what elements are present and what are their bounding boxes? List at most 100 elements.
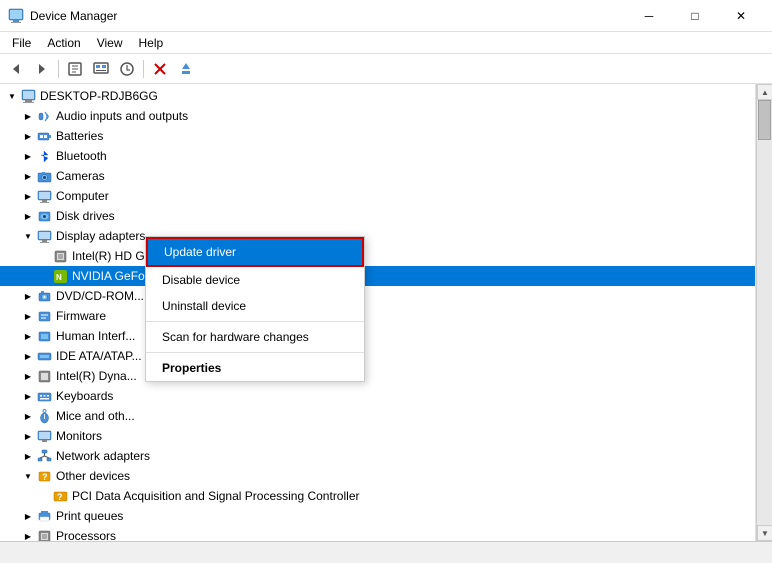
scroll-up[interactable]: ▲ xyxy=(757,84,772,100)
scroll-track[interactable] xyxy=(757,100,772,525)
root-label: DESKTOP-RDJB6GG xyxy=(40,89,158,103)
display-label: Display adapters xyxy=(56,229,145,243)
computer-icon2 xyxy=(36,188,52,204)
tree-item-computer[interactable]: ▶ Computer xyxy=(0,186,755,206)
mice-label: Mice and oth... xyxy=(56,409,135,423)
forward-button[interactable] xyxy=(30,57,54,81)
tree-item-processors[interactable]: ▶ Processors xyxy=(0,526,755,541)
toolbar xyxy=(0,54,772,84)
tree-item-batteries[interactable]: ▶ Batteries xyxy=(0,126,755,146)
install-button[interactable] xyxy=(174,57,198,81)
toolbar-separator-1 xyxy=(58,60,59,78)
tree-item-keyboard[interactable]: ▶ Keyboards xyxy=(0,386,755,406)
context-separator-2 xyxy=(146,352,364,353)
network-icon xyxy=(36,448,52,464)
mice-expand[interactable]: ▶ xyxy=(20,408,36,424)
tree-item-pci[interactable]: ? PCI Data Acquisition and Signal Proces… xyxy=(0,486,755,506)
tree-item-network[interactable]: ▶ Network adapters xyxy=(0,446,755,466)
toolbar-separator-2 xyxy=(143,60,144,78)
scroll-thumb[interactable] xyxy=(758,100,771,140)
keyboard-label: Keyboards xyxy=(56,389,113,403)
scrollbar[interactable]: ▲ ▼ xyxy=(756,84,772,541)
status-bar xyxy=(0,541,772,563)
ide-expand[interactable]: ▶ xyxy=(20,348,36,364)
tree-item-audio[interactable]: ▶ Audio inputs and outputs xyxy=(0,106,755,126)
menu-view[interactable]: View xyxy=(89,34,131,52)
tree-item-other[interactable]: ▼ ? Other devices xyxy=(0,466,755,486)
other-expand[interactable]: ▼ xyxy=(20,468,36,484)
context-disable-device[interactable]: Disable device xyxy=(146,267,364,293)
cameras-label: Cameras xyxy=(56,169,105,183)
context-uninstall-device[interactable]: Uninstall device xyxy=(146,293,364,319)
tree-item-mice[interactable]: ▶ Mice and oth... xyxy=(0,406,755,426)
tree-item-dvd[interactable]: ▶ DVD/CD-ROM... xyxy=(0,286,755,306)
tree-item-print[interactable]: ▶ Print queues xyxy=(0,506,755,526)
context-properties[interactable]: Properties xyxy=(146,355,364,381)
tree-item-display[interactable]: ▼ Display adapters xyxy=(0,226,755,246)
tree-root[interactable]: ▼ DESKTOP-RDJB6GG xyxy=(0,86,755,106)
menu-action[interactable]: Action xyxy=(39,34,88,52)
context-scan-hardware[interactable]: Scan for hardware changes xyxy=(146,324,364,350)
tree-item-bluetooth[interactable]: ▶ Bluetooth xyxy=(0,146,755,166)
bluetooth-label: Bluetooth xyxy=(56,149,107,163)
human-expand[interactable]: ▶ xyxy=(20,328,36,344)
network-expand[interactable]: ▶ xyxy=(20,448,36,464)
scan-hardware-label: Scan for hardware changes xyxy=(162,330,309,344)
context-menu: Update driver Disable device Uninstall d… xyxy=(145,236,365,382)
svg-text:N: N xyxy=(56,273,62,282)
remove-button[interactable] xyxy=(148,57,172,81)
tree-item-intel-hd[interactable]: Intel(R) HD Graphics 520 xyxy=(0,246,755,266)
monitors-icon xyxy=(36,428,52,444)
batteries-expand[interactable]: ▶ xyxy=(20,128,36,144)
root-expand-arrow[interactable]: ▼ xyxy=(4,88,20,104)
scan-button[interactable] xyxy=(89,57,113,81)
intel-icon xyxy=(52,248,68,264)
firmware-expand[interactable]: ▶ xyxy=(20,308,36,324)
intel-expand xyxy=(36,248,52,264)
computer-expand[interactable]: ▶ xyxy=(20,188,36,204)
bluetooth-expand[interactable]: ▶ xyxy=(20,148,36,164)
tree-item-cameras[interactable]: ▶ Cameras xyxy=(0,166,755,186)
tree-item-human[interactable]: ▶ Human Interf... xyxy=(0,326,755,346)
tree-item-ide[interactable]: ▶ IDE ATA/ATAP... xyxy=(0,346,755,366)
processors-expand[interactable]: ▶ xyxy=(20,528,36,541)
human-label: Human Interf... xyxy=(56,329,135,343)
pci-icon: ? xyxy=(52,488,68,504)
keyboard-icon xyxy=(36,388,52,404)
audio-expand[interactable]: ▶ xyxy=(20,108,36,124)
menu-help[interactable]: Help xyxy=(131,34,172,52)
firmware-icon xyxy=(36,308,52,324)
maximize-button[interactable]: □ xyxy=(672,0,718,32)
close-button[interactable]: ✕ xyxy=(718,0,764,32)
context-update-driver[interactable]: Update driver xyxy=(146,237,364,267)
computer-icon xyxy=(20,88,36,104)
back-button[interactable] xyxy=(4,57,28,81)
audio-label: Audio inputs and outputs xyxy=(56,109,188,123)
tree-item-disk[interactable]: ▶ Disk drives xyxy=(0,206,755,226)
device-tree[interactable]: ▼ DESKTOP-RDJB6GG ▶ Audio xyxy=(0,84,756,541)
tree-item-nvidia[interactable]: N NVIDIA GeForce 940M xyxy=(0,266,755,286)
keyboard-expand[interactable]: ▶ xyxy=(20,388,36,404)
print-expand[interactable]: ▶ xyxy=(20,508,36,524)
tree-item-firmware[interactable]: ▶ Firmware xyxy=(0,306,755,326)
context-separator xyxy=(146,321,364,322)
print-icon xyxy=(36,508,52,524)
cameras-expand[interactable]: ▶ xyxy=(20,168,36,184)
update-driver-label: Update driver xyxy=(164,245,236,259)
disable-device-label: Disable device xyxy=(162,273,240,287)
window-controls: ─ □ ✕ xyxy=(626,0,764,32)
tree-item-monitors[interactable]: ▶ Monitors xyxy=(0,426,755,446)
disk-expand[interactable]: ▶ xyxy=(20,208,36,224)
menu-file[interactable]: File xyxy=(4,34,39,52)
minimize-button[interactable]: ─ xyxy=(626,0,672,32)
nvidia-expand xyxy=(36,268,52,284)
monitors-expand[interactable]: ▶ xyxy=(20,428,36,444)
display-expand[interactable]: ▼ xyxy=(20,228,36,244)
update-button[interactable] xyxy=(115,57,139,81)
properties-button[interactable] xyxy=(63,57,87,81)
scroll-down[interactable]: ▼ xyxy=(757,525,772,541)
dvd-expand[interactable]: ▶ xyxy=(20,288,36,304)
properties-label: Properties xyxy=(162,361,221,375)
tree-item-intel-dyn[interactable]: ▶ Intel(R) Dyna... xyxy=(0,366,755,386)
intel-dyn-expand[interactable]: ▶ xyxy=(20,368,36,384)
